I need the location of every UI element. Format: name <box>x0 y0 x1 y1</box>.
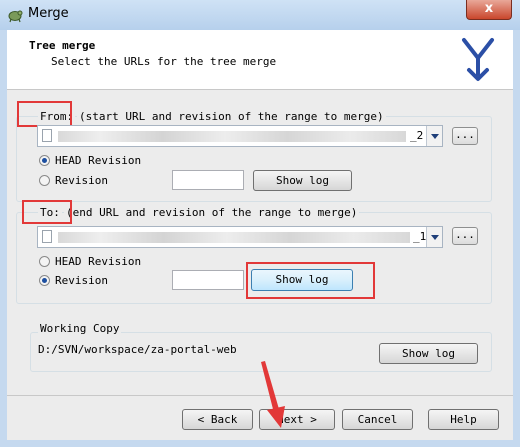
annotation-arrow <box>261 361 285 428</box>
to-url-text <box>58 232 410 243</box>
to-revision-radio[interactable] <box>39 275 50 286</box>
page-subtitle: Select the URLs for the tree merge <box>51 55 277 68</box>
chevron-down-icon[interactable] <box>426 126 442 146</box>
to-description: (end URL and revision of the range to me… <box>64 206 360 219</box>
from-description: (start URL and revision of the range to … <box>77 110 386 123</box>
from-url-text <box>58 131 406 142</box>
from-url-suffix: _2 <box>410 129 424 142</box>
show-log-highlight <box>246 262 375 299</box>
to-url-combo[interactable]: _1 <box>37 226 443 248</box>
from-revision-label: Revision <box>55 174 108 187</box>
from-revision-input[interactable] <box>172 170 244 190</box>
chevron-down-icon[interactable] <box>426 227 442 247</box>
from-url-combo[interactable]: _2 <box>37 125 443 147</box>
close-button[interactable]: x <box>466 0 512 20</box>
from-show-log-button[interactable]: Show log <box>253 170 352 191</box>
working-copy-path: D:/SVN/workspace/za-portal-web <box>38 343 237 356</box>
to-revision-label: Revision <box>55 274 108 287</box>
from-head-radio[interactable] <box>39 155 50 166</box>
merge-icon <box>462 38 494 81</box>
working-copy-label: Working Copy <box>38 322 122 335</box>
help-button[interactable]: Help <box>428 409 499 430</box>
close-icon: x <box>484 1 494 16</box>
from-head-label: HEAD Revision <box>55 154 142 167</box>
tortoise-icon <box>8 10 23 23</box>
working-copy-show-log-button[interactable]: Show log <box>379 343 478 364</box>
document-icon <box>42 129 52 142</box>
from-revision-radio[interactable] <box>39 175 50 186</box>
to-browse-button[interactable]: ... <box>452 227 478 245</box>
from-browse-button[interactable]: ... <box>452 127 478 145</box>
page-title: Tree merge <box>29 39 96 52</box>
window-title: Merge <box>28 6 69 21</box>
title-bar[interactable] <box>0 0 520 30</box>
document-icon <box>42 230 52 243</box>
to-head-label: HEAD Revision <box>55 255 142 268</box>
to-head-radio[interactable] <box>39 256 50 267</box>
to-url-suffix: _1 <box>413 230 427 243</box>
to-revision-input[interactable] <box>172 270 244 290</box>
cancel-button[interactable]: Cancel <box>342 409 413 430</box>
back-button[interactable]: < Back <box>182 409 253 430</box>
from-label-highlight <box>17 101 72 127</box>
to-label-highlight <box>22 200 72 224</box>
